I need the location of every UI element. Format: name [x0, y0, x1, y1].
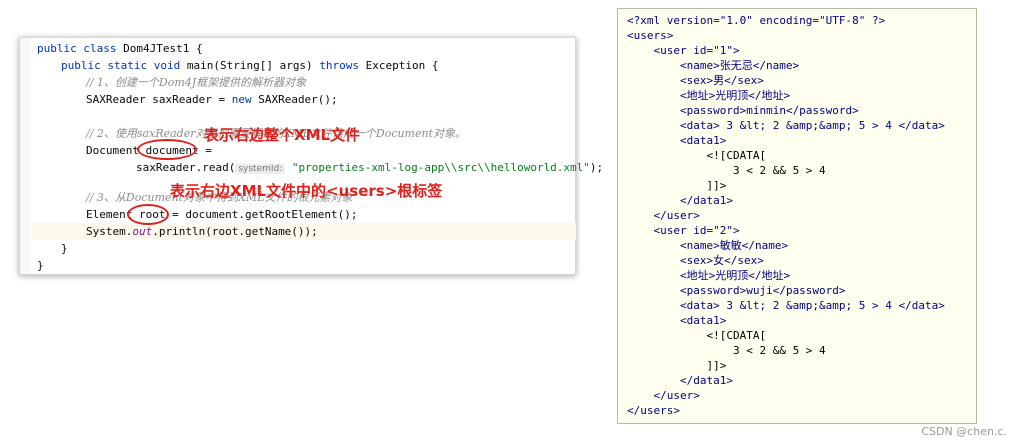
- xml-line: <name>张无忌</name>: [627, 59, 800, 72]
- xml-line: </user>: [627, 389, 700, 402]
- xml-line: </user>: [627, 209, 700, 222]
- xml-line: <data> 3 &lt; 2 &amp;&amp; 5 > 4 </data>: [627, 299, 945, 312]
- highlight-circle-root: [127, 204, 169, 225]
- xml-line: <password>wuji</password>: [627, 284, 846, 297]
- xml-line: <data> 3 &lt; 2 &amp;&amp; 5 > 4 </data>: [627, 119, 945, 132]
- xml-line: <sex>男</sex>: [627, 74, 764, 87]
- code-comment-1: // 1、创建一个Dom4J框架提供的解析器对象: [86, 76, 307, 89]
- xml-line: 3 < 2 && 5 > 4: [627, 344, 826, 357]
- xml-line: <users>: [627, 29, 674, 42]
- xml-line: </data1>: [627, 374, 733, 387]
- watermark: CSDN @chen.c.: [921, 425, 1007, 438]
- xml-line: ]]>: [627, 359, 727, 372]
- code-line-12: }: [37, 259, 44, 272]
- annotation-root: 表示右边XML文件中的<users>根标签: [170, 182, 443, 200]
- xml-line: 3 < 2 && 5 > 4: [627, 164, 826, 177]
- xml-line: <password>minmin</password>: [627, 104, 859, 117]
- parameter-hint: systemId:: [235, 164, 286, 174]
- code-line-11: }: [61, 242, 68, 255]
- xml-line: </users>: [627, 404, 680, 417]
- code-editor[interactable]: public class Dom4JTest1 { public static …: [19, 37, 603, 275]
- editor-gutter: [20, 38, 30, 274]
- code-line-4: SAXReader saxReader = new SAXReader();: [86, 93, 338, 106]
- xml-line: <地址>光明顶</地址>: [627, 89, 791, 102]
- annotation-document: 表示右边整个XML文件: [204, 126, 361, 144]
- xml-line: <user id="2">: [627, 224, 740, 237]
- xml-line: <name>敏敏</name>: [627, 239, 789, 252]
- xml-line: <?xml version="1.0" encoding="UTF-8" ?>: [627, 14, 886, 27]
- xml-line: ]]>: [627, 179, 727, 192]
- xml-line: <地址>光明顶</地址>: [627, 269, 791, 282]
- xml-line: <data1>: [627, 314, 727, 327]
- xml-line: <data1>: [627, 134, 727, 147]
- xml-line: <user id="1">: [627, 44, 740, 57]
- code-line-7: saxReader.read(systemId: "properties-xml…: [136, 161, 604, 174]
- xml-line: <![CDATA[: [627, 149, 767, 162]
- xml-line: <sex>女</sex>: [627, 254, 764, 267]
- highlight-circle-document: [137, 139, 197, 160]
- xml-line: </data1>: [627, 194, 733, 207]
- xml-line: <![CDATA[: [627, 329, 767, 342]
- code-line-1: public class Dom4JTest1 {: [37, 42, 203, 55]
- code-line-10: System.out.println(root.getName());: [86, 225, 318, 238]
- code-line-2: public static void main(String[] args) t…: [61, 59, 439, 72]
- xml-source-panel: <?xml version="1.0" encoding="UTF-8" ?> <…: [617, 8, 977, 424]
